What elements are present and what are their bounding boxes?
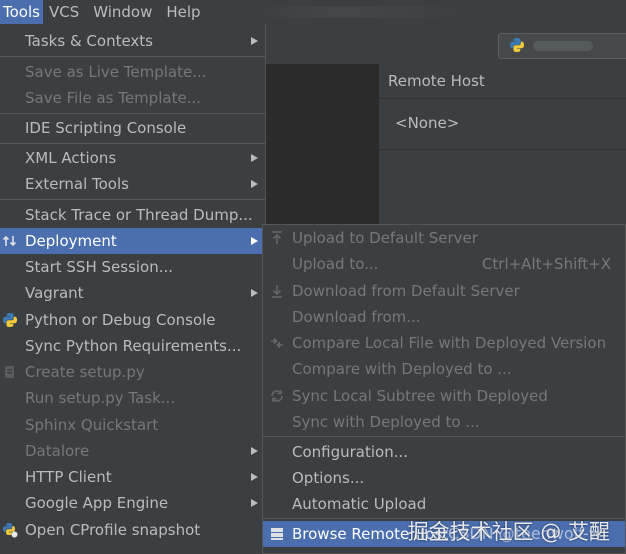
menu-item-label: Sphinx Quickstart (25, 416, 159, 434)
remote-host-value: <None> (395, 114, 460, 132)
menu-window[interactable]: Window (87, 0, 160, 24)
submenu-arrow-icon (251, 154, 258, 162)
menu-item-label: Create setup.py (25, 363, 145, 381)
deploy-item-configuration[interactable]: Configuration... (263, 439, 625, 465)
tools-item-python-console[interactable]: Python or Debug Console (0, 307, 265, 333)
python-icon (3, 313, 18, 327)
python-icon (510, 38, 524, 52)
menu-item-label: Run setup.py Task... (25, 389, 176, 407)
menu-item-label: Save as Live Template... (25, 63, 207, 81)
shortcut-label: Ctrl+Alt+Shift+X (481, 255, 611, 273)
tools-item-create-setup-py[interactable]: Create setup.py (0, 359, 265, 385)
deploy-item-options[interactable]: Options... (263, 465, 625, 491)
tools-item-vagrant[interactable]: Vagrant (0, 280, 265, 306)
menu-separator (0, 199, 265, 200)
tools-item-save-file-template[interactable]: Save File as Template... (0, 85, 265, 111)
tools-menu: Tasks & Contexts Save as Live Template..… (0, 24, 266, 554)
tools-item-run-setup-py[interactable]: Run setup.py Task... (0, 385, 265, 411)
menu-item-label: IDE Scripting Console (25, 119, 187, 137)
menu-item-label: HTTP Client (25, 468, 112, 486)
tools-item-deployment[interactable]: Deployment (0, 228, 265, 254)
menu-bar: Tools VCS Window Help (0, 0, 626, 24)
menu-item-label: Upload to Default Server (292, 229, 478, 247)
tools-item-sphinx-quickstart[interactable]: Sphinx Quickstart (0, 412, 265, 438)
tools-item-external-tools[interactable]: External Tools (0, 171, 265, 197)
deploy-item-upload-to[interactable]: Upload to... Ctrl+Alt+Shift+X (263, 251, 625, 277)
tools-item-tasks-contexts[interactable]: Tasks & Contexts (0, 28, 265, 54)
deployment-submenu: Upload to Default Server Upload to... Ct… (262, 224, 626, 554)
menu-item-label: Python or Debug Console (25, 311, 216, 329)
menu-help[interactable]: Help (160, 0, 208, 24)
blurred-config-name (533, 41, 593, 51)
upload-icon (272, 231, 282, 244)
remote-host-icon (271, 528, 283, 540)
deploy-item-sync-deployed[interactable]: Sync with Deployed to ... (263, 409, 625, 435)
deploy-item-compare-local[interactable]: Compare Local File with Deployed Version (263, 330, 625, 356)
submenu-arrow-icon (251, 289, 258, 297)
tools-item-sync-requirements[interactable]: Sync Python Requirements... (0, 333, 265, 359)
submenu-arrow-icon (251, 447, 258, 455)
submenu-arrow-icon (251, 499, 258, 507)
menu-item-label: Automatic Upload (292, 495, 427, 513)
menu-separator (263, 436, 625, 437)
menu-item-label: Datalore (25, 442, 90, 460)
menu-item-label: Download from... (292, 308, 421, 326)
remote-host-selector[interactable]: <None> (379, 99, 626, 150)
menu-item-label: Options... (292, 469, 365, 487)
menu-item-label: Tasks & Contexts (25, 32, 153, 50)
tools-item-datalore[interactable]: Datalore (0, 438, 265, 464)
tools-item-stack-trace[interactable]: Stack Trace or Thread Dump... (0, 202, 265, 228)
tools-item-save-live-template[interactable]: Save as Live Template... (0, 59, 265, 85)
remote-host-header: Remote Host (379, 64, 626, 99)
menu-item-label: Save File as Template... (25, 89, 201, 107)
submenu-arrow-icon (251, 237, 258, 245)
menu-tools[interactable]: Tools (0, 0, 43, 24)
menu-item-label: Start SSH Session... (25, 258, 174, 276)
submenu-arrow-icon (251, 473, 258, 481)
menu-item-label: Vagrant (25, 284, 84, 302)
menu-item-label: XML Actions (25, 149, 117, 167)
run-configuration-selector[interactable] (498, 33, 626, 59)
setup-py-icon (5, 366, 14, 378)
tools-item-http-client[interactable]: HTTP Client (0, 464, 265, 490)
ide-window: Tools VCS Window Help Remote Host <None>… (0, 0, 626, 554)
tools-item-start-ssh[interactable]: Start SSH Session... (0, 254, 265, 280)
menu-item-label: Sync Local Subtree with Deployed (292, 387, 548, 405)
deploy-item-sync-local-subtree[interactable]: Sync Local Subtree with Deployed (263, 383, 625, 409)
menu-item-label: Deployment (25, 232, 117, 250)
menu-item-label: Google App Engine (25, 494, 169, 512)
menu-item-label: Compare Local File with Deployed Version (292, 334, 607, 352)
cprofile-icon (3, 523, 18, 538)
tools-item-xml-actions[interactable]: XML Actions (0, 145, 265, 171)
menu-item-label: Compare with Deployed to ... (292, 360, 512, 378)
submenu-arrow-icon (251, 37, 258, 45)
deployment-icon (2, 235, 17, 247)
submenu-arrow-icon (251, 180, 258, 188)
deploy-item-upload-default[interactable]: Upload to Default Server (263, 225, 625, 251)
menu-item-label: External Tools (25, 175, 129, 193)
menu-item-label: Upload to... (292, 255, 379, 273)
menu-separator (0, 143, 265, 144)
deploy-item-download-from[interactable]: Download from... (263, 304, 625, 330)
menu-item-label: Download from Default Server (292, 282, 520, 300)
menu-item-label: Sync with Deployed to ... (292, 413, 480, 431)
menu-separator (0, 113, 265, 114)
juejin-watermark: 掘金技术社区 @ 艾醒 (407, 520, 610, 544)
tools-item-open-cprofile[interactable]: Open CProfile snapshot (0, 517, 265, 543)
blurred-title (260, 6, 460, 18)
tools-item-google-app-engine[interactable]: Google App Engine (0, 490, 265, 516)
menu-item-label: Open CProfile snapshot (25, 521, 201, 539)
compare-icon (271, 337, 283, 349)
menu-separator (0, 56, 265, 57)
deploy-item-download-default[interactable]: Download from Default Server (263, 278, 625, 304)
menu-vcs[interactable]: VCS (43, 0, 87, 24)
menu-item-label: Sync Python Requirements... (25, 337, 242, 355)
menu-item-label: Stack Trace or Thread Dump... (25, 206, 253, 224)
menu-item-label: Configuration... (292, 443, 409, 461)
download-icon (272, 285, 282, 298)
deploy-item-automatic-upload[interactable]: Automatic Upload (263, 491, 625, 517)
deploy-item-compare-deployed[interactable]: Compare with Deployed to ... (263, 356, 625, 382)
tools-item-ide-scripting-console[interactable]: IDE Scripting Console (0, 115, 265, 141)
sync-icon (271, 390, 283, 402)
